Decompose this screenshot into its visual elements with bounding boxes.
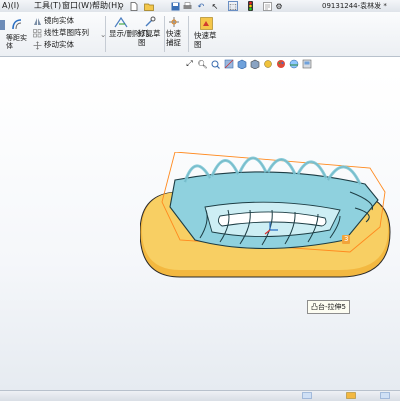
new-document-icon[interactable]	[128, 1, 140, 11]
options-gear-icon[interactable]: ⚙	[274, 1, 284, 11]
linear-sketch-pattern-button[interactable]: 线性草图阵列	[44, 28, 89, 37]
offset-icon[interactable]	[8, 16, 26, 32]
dimension-tag[interactable]: 3	[342, 235, 351, 244]
open-icon[interactable]	[142, 1, 156, 11]
partial-tool-icon[interactable]	[0, 18, 6, 32]
document-title: 09131244-袁林发 *	[322, 2, 387, 10]
hide-show-items-icon[interactable]	[262, 59, 273, 70]
snap-icon[interactable]	[167, 15, 181, 28]
status-icon[interactable]	[380, 392, 390, 399]
feature-tooltip: 凸台-拉伸5	[307, 300, 350, 314]
view-orientation-icon[interactable]	[236, 59, 247, 70]
undo-icon[interactable]: ↶	[196, 1, 206, 11]
pin-icon[interactable]: ⚲	[116, 1, 126, 11]
print-icon[interactable]	[182, 1, 192, 11]
graphics-viewport[interactable]: 3 凸台-拉伸5	[0, 72, 400, 390]
scene-icon[interactable]	[288, 59, 299, 70]
menu-insert[interactable]: A)(I)	[2, 1, 19, 11]
previous-view-icon[interactable]	[210, 59, 221, 70]
equidistant-solid-button[interactable]: 等距实体	[6, 34, 32, 50]
section-view-icon[interactable]	[223, 59, 234, 70]
mirror-solid-button[interactable]: 镜向实体	[44, 16, 74, 25]
cursor-select-icon[interactable]: ↖	[210, 1, 220, 11]
repair-sketch-button[interactable]: 修复草图	[138, 29, 164, 47]
move-solid-button[interactable]: 移动实体	[44, 40, 74, 49]
separator	[105, 16, 106, 52]
save-icon[interactable]	[170, 1, 180, 11]
quick-sketch-icon[interactable]	[199, 16, 213, 30]
separator	[164, 16, 165, 52]
model-3d-view[interactable]	[140, 152, 400, 312]
status-bar	[0, 390, 400, 401]
heads-up-view-toolbar: ⤢ 🔍︎	[184, 58, 354, 70]
file-properties-icon[interactable]	[262, 1, 272, 11]
move-icon[interactable]	[32, 40, 42, 50]
view-settings-icon[interactable]	[301, 59, 312, 70]
ribbon-toolbar: 等距实体 镜向实体 线性草图阵列 移动实体 ⌄ 显示/删除几... 修复草图 快…	[0, 12, 400, 57]
edit-appearance-icon[interactable]	[275, 59, 286, 70]
mirror-icon[interactable]	[32, 16, 42, 26]
pattern-icon[interactable]	[32, 28, 42, 38]
menu-window[interactable]: 窗口(W)	[62, 1, 92, 11]
separator	[188, 16, 189, 52]
display-style-icon[interactable]	[249, 59, 260, 70]
zoom-fit-icon[interactable]: ⤢	[184, 59, 195, 70]
status-icon[interactable]	[346, 392, 356, 399]
select-box-icon[interactable]: ⬚	[228, 1, 238, 11]
repair-icon[interactable]	[143, 15, 157, 28]
zoom-area-icon[interactable]: 🔍︎	[197, 59, 208, 70]
menu-tools[interactable]: 工具(T)	[34, 1, 61, 11]
status-icon[interactable]	[302, 392, 312, 399]
quick-snap-button[interactable]: 快速捕捉	[166, 29, 186, 47]
traffic-light-icon[interactable]	[246, 1, 254, 11]
relations-icon[interactable]	[113, 15, 129, 28]
quick-sketch-button[interactable]: 快速草图	[194, 31, 218, 49]
